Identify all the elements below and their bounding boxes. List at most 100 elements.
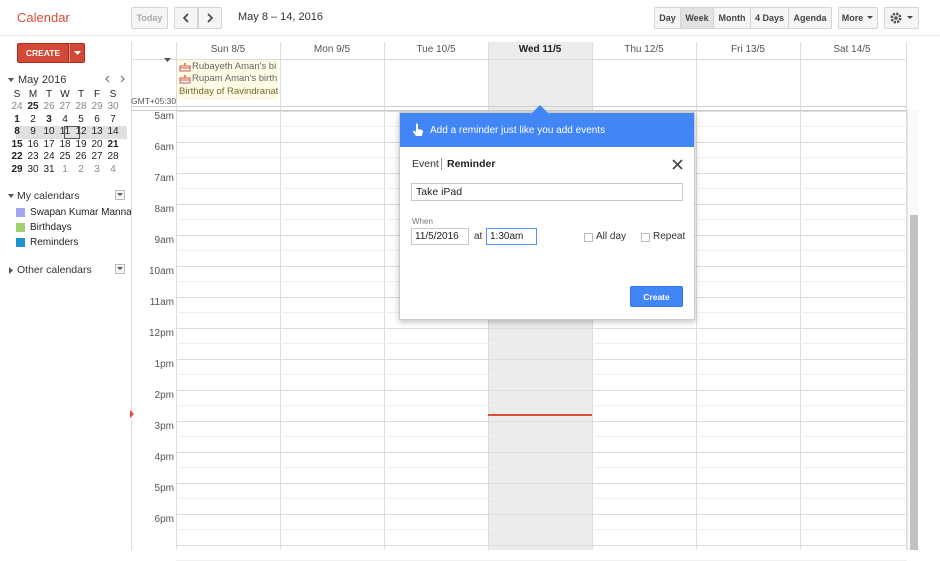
other-calendars-label[interactable]: Other calendars [17,264,92,276]
mini-calendar-day[interactable]: 27 [89,151,105,162]
mini-calendar-day[interactable]: 28 [73,101,89,112]
mini-calendar-day[interactable]: 3 [89,164,105,175]
mini-calendar-day[interactable]: 22 [9,151,25,162]
day-header[interactable]: Fri 13/5 [696,44,800,55]
create-button[interactable]: CREATE [17,43,69,63]
hour-label: 12pm [148,328,174,339]
mini-calendar-day[interactable]: 25 [25,101,41,112]
allday-collapse-icon[interactable] [164,58,171,63]
view-week-button[interactable]: Week [681,7,714,29]
mini-calendar-day[interactable]: 26 [41,101,57,112]
hour-label: 5am [154,111,174,122]
grid-hline [176,545,907,546]
day-header[interactable]: Sat 14/5 [800,44,904,55]
allday-event-label: Rubayeth Aman's bi [192,61,277,72]
mini-calendar-day[interactable]: 14 [105,126,121,137]
mini-calendar-day[interactable]: 21 [105,139,121,150]
mini-next-icon[interactable] [118,74,126,84]
day-header[interactable]: Mon 9/5 [280,44,384,55]
current-time-line [488,414,592,416]
my-calendars-label[interactable]: My calendars [17,190,79,202]
mini-calendar-day[interactable]: 29 [89,101,105,112]
popup-create-button[interactable]: Create [630,286,683,307]
tab-divider [441,158,442,170]
time-input[interactable]: 1:30am [486,228,537,245]
mini-calendar-day[interactable]: 4 [57,114,73,125]
prev-week-button[interactable] [174,7,198,29]
reminder-title-input[interactable]: Take iPad [411,183,683,201]
chevron-left-icon [182,13,189,23]
app-title[interactable]: Calendar [17,10,70,25]
close-icon[interactable] [672,159,683,170]
create-label: CREATE [25,48,61,58]
mini-calendar-day[interactable]: 1 [57,164,73,175]
mini-calendar-day[interactable]: 15 [9,139,25,150]
mini-prev-icon[interactable] [104,74,112,84]
other-calendars-menu-button[interactable] [115,264,125,274]
mini-calendar-day[interactable]: 9 [25,126,41,137]
expand-arrow-icon[interactable] [8,267,15,274]
view-4days-button[interactable]: 4 Days [751,7,789,29]
scrollbar-thumb[interactable] [910,215,918,550]
mini-calendar-day[interactable]: 19 [73,139,89,150]
mini-calendar-day[interactable]: 6 [89,114,105,125]
allday-event[interactable]: Rupam Aman's birth [179,73,279,84]
view-agenda-button[interactable]: Agenda [789,7,832,29]
mini-calendar-day[interactable]: 2 [73,164,89,175]
mini-calendar-day[interactable]: 29 [9,164,25,175]
mini-calendar-day[interactable]: 3 [41,114,57,125]
mini-calendar-day[interactable]: 28 [105,151,121,162]
mini-calendar-day[interactable]: 16 [25,139,41,150]
view-month-button[interactable]: Month [714,7,751,29]
mini-calendar-month[interactable]: May 2016 [18,74,66,86]
mini-calendar-day[interactable]: 18 [57,139,73,150]
mini-calendar-day[interactable]: 2 [25,114,41,125]
mini-calendar-day[interactable]: 24 [41,151,57,162]
tab-event[interactable]: Event [412,158,439,170]
view-day-button[interactable]: Day [654,7,681,29]
mini-weekday-header: F [93,89,101,100]
day-header[interactable]: Thu 12/5 [592,44,696,55]
mini-calendar-day[interactable]: 30 [25,164,41,175]
mini-calendar-day[interactable]: 26 [73,151,89,162]
collapse-arrow-icon[interactable] [8,77,15,84]
mini-calendar-day[interactable]: 10 [41,126,57,137]
mini-calendar-day[interactable]: 27 [57,101,73,112]
mini-calendar-day[interactable]: 5 [73,114,89,125]
mini-calendar-day[interactable]: 24 [9,101,25,112]
calendar-item-personal[interactable]: Swapan Kumar Manna [16,207,132,218]
date-input[interactable]: 11/5/2016 [411,228,469,245]
create-dropdown-button[interactable] [69,43,85,63]
mini-calendar-day[interactable]: 1 [9,114,25,125]
mini-calendar-day[interactable]: 8 [9,126,25,137]
hand-pointer-icon [412,123,424,136]
tab-reminder[interactable]: Reminder [447,158,495,170]
day-header[interactable]: Wed 11/5 [488,44,592,55]
day-header[interactable]: Tue 10/5 [384,44,488,55]
color-swatch [16,208,25,217]
repeat-checkbox[interactable] [641,233,650,242]
mini-calendar-day[interactable]: 30 [105,101,121,112]
next-week-button[interactable] [198,7,222,29]
calendar-item-birthdays[interactable]: Birthdays [16,222,72,233]
today-button[interactable]: Today [131,7,168,29]
mini-calendar-day[interactable]: 13 [89,126,105,137]
cake-icon [179,62,191,71]
mini-calendar-day[interactable]: 23 [25,151,41,162]
mini-calendar-day[interactable]: 7 [105,114,121,125]
calendar-item-reminders[interactable]: Reminders [16,237,78,248]
my-calendars-menu-button[interactable] [115,190,125,200]
mini-calendar-day[interactable]: 17 [41,139,57,150]
more-button[interactable]: More [838,7,878,29]
allday-event[interactable]: Rubayeth Aman's bi [179,61,279,72]
allday-event[interactable]: Birthday of Ravindranat [179,86,279,97]
mini-calendar-day[interactable]: 4 [105,164,121,175]
all-day-checkbox[interactable] [584,233,593,242]
mini-calendar-day[interactable]: 25 [57,151,73,162]
settings-button[interactable] [884,7,919,29]
collapse-arrow-icon[interactable] [8,193,15,200]
mini-calendar-day[interactable]: 31 [41,164,57,175]
day-header[interactable]: Sun 8/5 [176,44,280,55]
mini-calendar-day[interactable]: 20 [89,139,105,150]
caret-down-icon [117,193,123,196]
